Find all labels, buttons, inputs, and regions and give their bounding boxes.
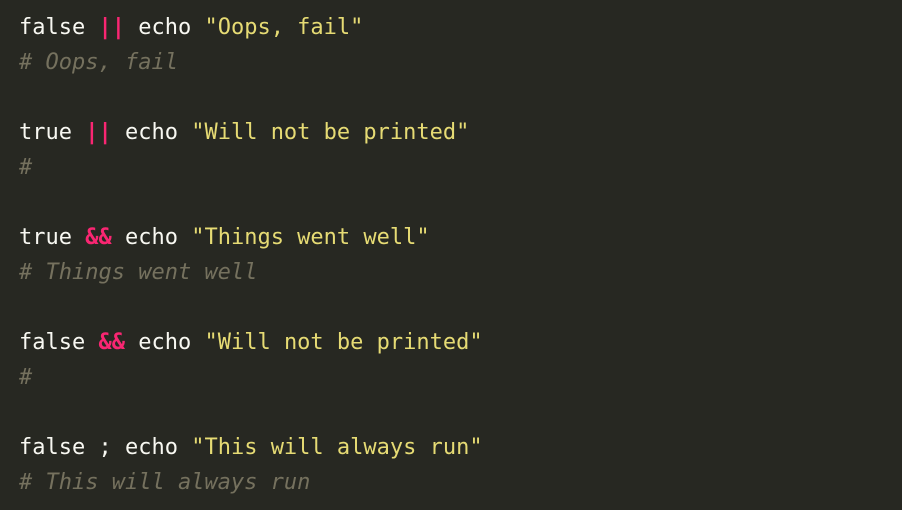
command-keyword: false (19, 330, 86, 355)
operator-or: || (98, 15, 125, 40)
code-line: true || echo "Will not be printed" (19, 118, 902, 153)
comment-line: # Oops, fail (19, 48, 902, 83)
command-keyword: true (19, 225, 72, 250)
output-comment: # (19, 365, 33, 390)
string-literal: "Things went well" (191, 225, 430, 250)
comment-line: # (19, 153, 902, 188)
operator-and: && (98, 330, 125, 355)
command-keyword: true (19, 120, 72, 145)
operator-and: && (85, 225, 112, 250)
comment-line: # (19, 363, 902, 398)
echo-keyword: echo (124, 120, 178, 145)
echo-keyword: echo (138, 15, 192, 40)
output-comment: # Oops, fail (19, 50, 178, 75)
string-literal: "Oops, fail" (204, 15, 364, 40)
string-literal: "This will always run" (191, 435, 483, 460)
code-line: false ; echo "This will always run" (19, 433, 902, 468)
output-comment: # Things went well (19, 260, 258, 285)
comment-line: # Things went well (19, 258, 902, 293)
output-comment: # This will always run (19, 470, 311, 495)
comment-line: # This will always run (19, 468, 902, 503)
output-comment: # (19, 155, 33, 180)
string-literal: "Will not be printed" (191, 120, 470, 145)
code-line: false && echo "Will not be printed" (19, 328, 902, 363)
code-block: false || echo "Oops, fail" # Oops, fail … (0, 0, 902, 510)
echo-keyword: echo (124, 435, 178, 460)
operator-semicolon: ; (98, 435, 112, 460)
command-keyword: false (19, 435, 86, 460)
echo-keyword: echo (124, 225, 178, 250)
echo-keyword: echo (138, 330, 192, 355)
string-literal: "Will not be printed" (204, 330, 483, 355)
code-line: false || echo "Oops, fail" (19, 13, 902, 48)
command-keyword: false (19, 15, 86, 40)
operator-or: || (85, 120, 112, 145)
code-line: true && echo "Things went well" (19, 223, 902, 258)
